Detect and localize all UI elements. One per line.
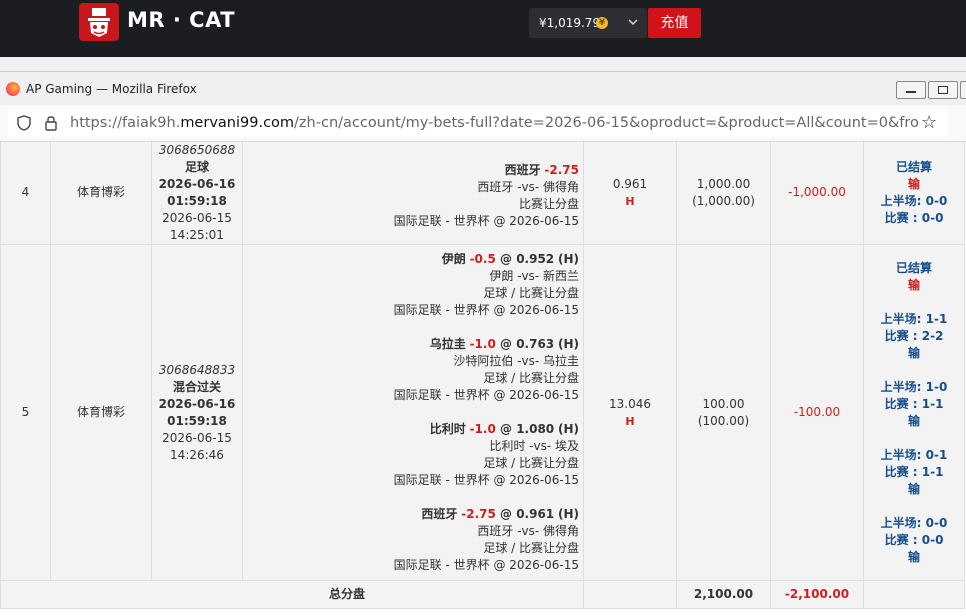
brand-name: MR · CAT: [127, 8, 236, 32]
recharge-button[interactable]: 充值: [648, 8, 701, 38]
selection: 乌拉圭 -1.0 @ 0.763 (H) 沙特阿拉伯 -vs- 乌拉圭 足球 /…: [393, 337, 579, 402]
window-titlebar: AP Gaming — Mozilla Firefox: [0, 72, 966, 105]
cat-hat-icon: [88, 8, 110, 37]
bet-product: 体育博彩: [50, 244, 152, 581]
ticket-id: 3068650688: [158, 142, 236, 157]
balance-dropdown[interactable]: ¥1,019.79 ¥: [529, 8, 647, 38]
firefox-icon: [6, 82, 20, 96]
chevron-down-icon: [627, 8, 639, 49]
bet-details: 伊朗 -0.5 @ 0.952 (H) 伊朗 -vs- 新西兰 足球 / 比赛让…: [242, 244, 584, 581]
window-title: AP Gaming — Mozilla Firefox: [26, 82, 197, 96]
navigation-toolbar: https://faiak9h.mervani99.com/zh-cn/acco…: [0, 105, 966, 142]
event-clock: 14:25:01: [170, 227, 224, 242]
maximize-button[interactable]: [928, 81, 958, 99]
totals-row: 总分盘 2,100.00 -2,100.00: [0, 580, 965, 609]
address-bar[interactable]: https://faiak9h.mervani99.com/zh-cn/acco…: [8, 109, 948, 137]
win-loss: -1,000.00: [770, 142, 864, 245]
totals-win-loss: -2,100.00: [770, 580, 864, 609]
bet-product: 体育博彩: [50, 142, 152, 245]
bet-stake: 100.00 (100.00): [676, 244, 771, 581]
close-button[interactable]: [960, 81, 966, 99]
url-text[interactable]: https://faiak9h.mervani99.com/zh-cn/acco…: [70, 115, 920, 131]
table-row: 4 体育博彩 3068650688 足球 2026-06-16 01:59:18…: [0, 142, 965, 245]
bets-table: 4 体育博彩 3068650688 足球 2026-06-16 01:59:18…: [0, 142, 965, 609]
brand-logo[interactable]: [79, 3, 119, 41]
totals-stake: 2,100.00: [676, 580, 771, 609]
bet-number: 5: [0, 244, 51, 581]
bet-clock: 01:59:18: [167, 193, 227, 208]
ticket-id: 3068648833: [158, 362, 236, 377]
bet-odds: 0.961 H: [583, 142, 677, 245]
win-loss: -100.00: [770, 244, 864, 581]
totals-label: 总分盘: [0, 580, 584, 609]
shield-icon[interactable]: [16, 115, 32, 135]
bet-clock: 01:59:18: [167, 413, 227, 428]
event-date: 2026-06-15: [162, 430, 232, 445]
bets-page-content: 4 体育博彩 3068650688 足球 2026-06-16 01:59:18…: [0, 142, 966, 616]
bet-stake: 1,000.00 (1,000.00): [676, 142, 771, 245]
balance-amount: ¥1,019.79: [539, 16, 601, 30]
coin-icon: ¥: [596, 17, 608, 29]
bet-status: 已结算 输 上半场: 0-0 比赛 : 0-0: [863, 142, 965, 245]
selection: 西班牙 -2.75 西班牙 -vs- 佛得角 比赛让分盘 国际足联 - 世界杯 …: [393, 162, 579, 228]
bet-details: 西班牙 -2.75 西班牙 -vs- 佛得角 比赛让分盘 国际足联 - 世界杯 …: [242, 142, 584, 245]
bet-date: 2026-06-16: [158, 176, 236, 191]
sport-type: 足球: [184, 159, 209, 174]
bet-date: 2026-06-16: [158, 396, 236, 411]
browser-window: AP Gaming — Mozilla Firefox https://faia…: [0, 71, 966, 616]
selection: 西班牙 -2.75 @ 0.961 (H) 西班牙 -vs- 佛得角 足球 / …: [393, 507, 579, 572]
selection: 比利时 -1.0 @ 1.080 (H) 比利时 -vs- 埃及 足球 / 比赛…: [393, 422, 579, 487]
lock-icon[interactable]: [44, 115, 58, 135]
bet-status: 已结算 输 上半场: 1-1 比赛 : 2-2 输 上半场: 1-0 比赛 : …: [863, 244, 965, 581]
bet-number: 4: [0, 142, 51, 245]
event-date: 2026-06-15: [162, 210, 232, 225]
bet-odds: 13.046 H: [583, 244, 677, 581]
site-header: MR · CAT ¥1,019.79 ¥ 充值: [0, 0, 966, 57]
bookmark-star-icon[interactable]: ☆: [921, 112, 937, 133]
sport-type: 混合过关: [172, 379, 221, 394]
bet-info: 3068648833 混合过关 2026-06-16 01:59:18 2026…: [151, 244, 243, 581]
table-row: 5 体育博彩 3068648833 混合过关 2026-06-16 01:59:…: [0, 244, 965, 581]
minimize-button[interactable]: [896, 81, 926, 99]
event-clock: 14:26:46: [170, 447, 224, 462]
selection: 伊朗 -0.5 @ 0.952 (H) 伊朗 -vs- 新西兰 足球 / 比赛让…: [393, 252, 579, 317]
background-page-strip: [0, 57, 966, 71]
bet-info: 3068650688 足球 2026-06-16 01:59:18 2026-0…: [151, 142, 243, 245]
